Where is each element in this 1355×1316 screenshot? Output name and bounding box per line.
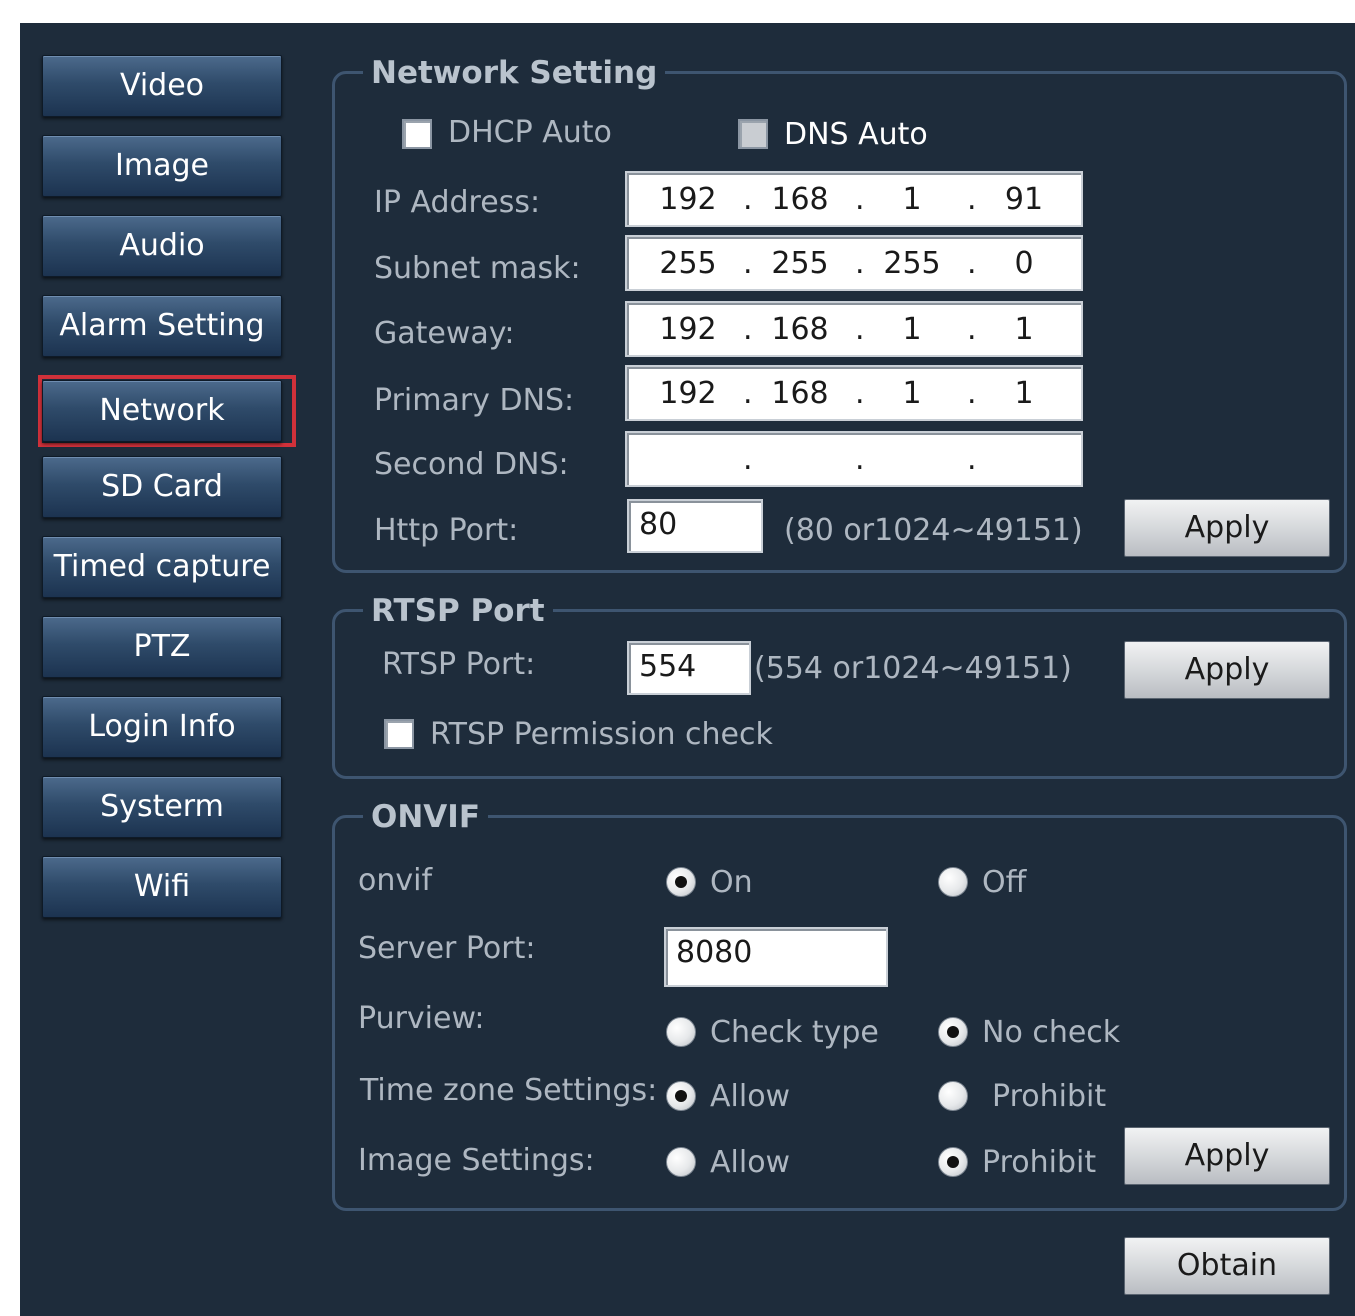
second-dns-label: Second DNS: xyxy=(374,447,569,482)
ip-octet-1: 192 xyxy=(659,182,717,217)
purview-check-type-radio[interactable] xyxy=(666,1017,696,1047)
ip-dot: . xyxy=(743,442,753,477)
rtsp-port-label: RTSP Port: xyxy=(382,647,536,682)
subnet-mask-field[interactable]: 255 . 255 . 255 . 0 xyxy=(625,235,1083,291)
gateway-octet-2: 168 xyxy=(771,312,829,347)
sidebar-item-network[interactable]: Network xyxy=(42,380,282,442)
ip-dot: . xyxy=(967,182,977,217)
dhcp-auto-checkbox[interactable] xyxy=(402,119,432,149)
ip-address-field[interactable]: 192 . 168 . 1 . 91 xyxy=(625,171,1083,227)
ip-dot: . xyxy=(967,376,977,411)
rtsp-permission-label: RTSP Permission check xyxy=(430,717,773,752)
rtsp-port-input[interactable]: 554 xyxy=(627,641,751,695)
sidebar-item-audio[interactable]: Audio xyxy=(42,215,282,277)
sidebar-item-sd-card[interactable]: SD Card xyxy=(42,456,282,518)
rtsp-permission-checkbox[interactable] xyxy=(384,719,414,749)
sidebar-item-wifi[interactable]: Wifi xyxy=(42,856,282,918)
ip-dot: . xyxy=(855,442,865,477)
ip-dot: . xyxy=(967,442,977,477)
gateway-octet-3: 1 xyxy=(902,312,922,347)
rtsp-apply-button[interactable]: Apply xyxy=(1124,641,1330,699)
sidebar-item-ptz[interactable]: PTZ xyxy=(42,616,282,678)
dhcp-auto-label: DHCP Auto xyxy=(448,115,612,150)
image-settings-prohibit-label: Prohibit xyxy=(982,1145,1097,1180)
ip-dot: . xyxy=(743,376,753,411)
ip-dot: . xyxy=(743,312,753,347)
onvif-off-label: Off xyxy=(982,865,1027,900)
pdns-octet-3: 1 xyxy=(902,376,922,411)
onvif-off-radio[interactable] xyxy=(938,867,968,897)
time-zone-allow-radio[interactable] xyxy=(666,1081,696,1111)
onvif-on-radio[interactable] xyxy=(666,867,696,897)
purview-no-check-label: No check xyxy=(982,1015,1121,1050)
sidebar-item-alarm-setting[interactable]: Alarm Setting xyxy=(42,295,282,357)
sidebar-item-timed-capture[interactable]: Timed capture xyxy=(42,536,282,598)
ip-octet-3: 1 xyxy=(902,182,922,217)
gateway-octet-4: 1 xyxy=(1014,312,1034,347)
ip-octet-4: 91 xyxy=(1004,182,1044,217)
rtsp-port-title: RTSP Port xyxy=(363,593,553,629)
image-settings-allow-label: Allow xyxy=(710,1145,791,1180)
primary-dns-label: Primary DNS: xyxy=(374,383,575,418)
mask-octet-2: 255 xyxy=(771,246,829,281)
gateway-octet-1: 192 xyxy=(659,312,717,347)
pdns-octet-4: 1 xyxy=(1014,376,1034,411)
ip-octet-2: 168 xyxy=(771,182,829,217)
time-zone-allow-label: Allow xyxy=(710,1079,791,1114)
pdns-octet-1: 192 xyxy=(659,376,717,411)
settings-panel: Video Image Audio Alarm Setting Network … xyxy=(20,23,1355,1316)
purview-no-check-radio[interactable] xyxy=(938,1017,968,1047)
ip-address-label: IP Address: xyxy=(374,185,541,220)
obtain-button[interactable]: Obtain xyxy=(1124,1237,1330,1295)
server-port-label: Server Port: xyxy=(358,931,536,966)
sidebar-item-video[interactable]: Video xyxy=(42,55,282,117)
ip-dot: . xyxy=(855,246,865,281)
pdns-octet-2: 168 xyxy=(771,376,829,411)
ip-dot: . xyxy=(743,182,753,217)
mask-octet-4: 0 xyxy=(1014,246,1034,281)
time-zone-label: Time zone Settings: xyxy=(360,1073,658,1108)
ip-dot: . xyxy=(967,312,977,347)
mask-octet-1: 255 xyxy=(659,246,717,281)
dns-auto-label: DNS Auto xyxy=(784,117,928,152)
rtsp-port-hint: (554 or1024~49151) xyxy=(754,651,1072,686)
onvif-title: ONVIF xyxy=(363,799,488,835)
sidebar-item-image[interactable]: Image xyxy=(42,135,282,197)
http-port-hint: (80 or1024~49151) xyxy=(784,513,1083,548)
dns-auto-checkbox[interactable] xyxy=(738,119,768,149)
second-dns-field[interactable]: . . . xyxy=(625,431,1083,487)
ip-dot: . xyxy=(855,376,865,411)
sidebar-item-systerm[interactable]: Systerm xyxy=(42,776,282,838)
subnet-mask-label: Subnet mask: xyxy=(374,251,581,286)
time-zone-prohibit-radio[interactable] xyxy=(938,1081,968,1111)
primary-dns-field[interactable]: 192 . 168 . 1 . 1 xyxy=(625,365,1083,421)
server-port-input[interactable]: 8080 xyxy=(664,927,888,987)
purview-label: Purview: xyxy=(358,1001,485,1036)
image-settings-label: Image Settings: xyxy=(358,1143,595,1178)
gateway-field[interactable]: 192 . 168 . 1 . 1 xyxy=(625,301,1083,357)
mask-octet-3: 255 xyxy=(883,246,941,281)
gateway-label: Gateway: xyxy=(374,316,515,351)
http-port-label: Http Port: xyxy=(374,513,519,548)
onvif-on-label: On xyxy=(710,865,753,900)
network-setting-title: Network Setting xyxy=(363,55,666,91)
image-settings-allow-radio[interactable] xyxy=(666,1147,696,1177)
time-zone-prohibit-label: Prohibit xyxy=(992,1079,1107,1114)
sidebar-item-login-info[interactable]: Login Info xyxy=(42,696,282,758)
onvif-apply-button[interactable]: Apply xyxy=(1124,1127,1330,1185)
ip-dot: . xyxy=(743,246,753,281)
network-apply-button[interactable]: Apply xyxy=(1124,499,1330,557)
ip-dot: . xyxy=(855,182,865,217)
ip-dot: . xyxy=(855,312,865,347)
image-settings-prohibit-radio[interactable] xyxy=(938,1147,968,1177)
onvif-label: onvif xyxy=(358,863,433,898)
purview-check-type-label: Check type xyxy=(710,1015,879,1050)
http-port-input[interactable]: 80 xyxy=(627,499,763,553)
ip-dot: . xyxy=(967,246,977,281)
